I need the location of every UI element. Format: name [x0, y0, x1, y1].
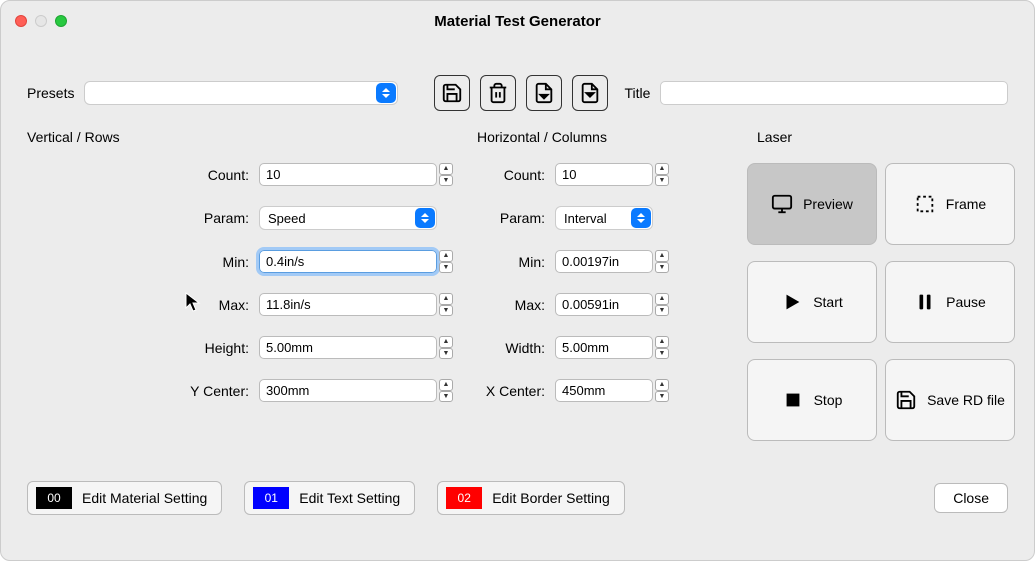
v-max-input[interactable] [259, 293, 437, 316]
h-xcenter-input[interactable] [555, 379, 653, 402]
vertical-section: Count: ▲▼ Param: Speed Min: ▲▼ Max: ▲▼ H… [27, 163, 477, 441]
edit-border-button[interactable]: 02 Edit Border Setting [437, 481, 625, 515]
stop-icon [782, 389, 804, 411]
play-icon [781, 291, 803, 313]
titlebar: Material Test Generator [1, 1, 1034, 41]
pause-button[interactable]: Pause [885, 261, 1015, 343]
h-count-label: Count: [477, 167, 555, 183]
swatch-00: 00 [36, 487, 72, 509]
frame-icon [914, 193, 936, 215]
stepper-icon[interactable]: ▲▼ [655, 250, 669, 273]
v-count-input[interactable] [259, 163, 437, 186]
trash-icon [487, 82, 509, 104]
start-button[interactable]: Start [747, 261, 877, 343]
h-width-input[interactable] [555, 336, 653, 359]
h-param-select[interactable]: Interval [555, 206, 653, 230]
v-count-label: Count: [167, 167, 259, 183]
h-min-label: Min: [477, 254, 555, 270]
h-param-label: Param: [477, 210, 555, 226]
h-max-label: Max: [477, 297, 555, 313]
chevron-updown-icon [415, 208, 435, 228]
v-ycenter-input[interactable] [259, 379, 437, 402]
import-preset-button[interactable] [526, 75, 562, 111]
file-export-icon [579, 82, 601, 104]
stepper-icon[interactable]: ▲▼ [439, 293, 453, 316]
pause-icon [914, 291, 936, 313]
edit-text-button[interactable]: 01 Edit Text Setting [244, 481, 415, 515]
laser-section-label: Laser [729, 129, 1008, 145]
presets-label: Presets [27, 85, 74, 101]
save-rd-button[interactable]: Save RD file [885, 359, 1015, 441]
v-height-input[interactable] [259, 336, 437, 359]
stop-button[interactable]: Stop [747, 359, 877, 441]
stepper-icon[interactable]: ▲▼ [655, 379, 669, 402]
frame-button[interactable]: Frame [885, 163, 1015, 245]
save-icon [441, 82, 463, 104]
stepper-icon[interactable]: ▲▼ [655, 163, 669, 186]
vertical-section-label: Vertical / Rows [27, 129, 477, 145]
h-xcenter-label: X Center: [477, 383, 555, 399]
horizontal-section: Count: ▲▼ Param: Interval Min: ▲▼ Max: ▲… [477, 163, 729, 441]
edit-material-button[interactable]: 00 Edit Material Setting [27, 481, 222, 515]
stepper-icon[interactable]: ▲▼ [439, 163, 453, 186]
title-input[interactable] [660, 81, 1008, 105]
save-preset-button[interactable] [434, 75, 470, 111]
swatch-01: 01 [253, 487, 289, 509]
window-title: Material Test Generator [1, 13, 1034, 30]
file-import-icon [533, 82, 555, 104]
v-min-label: Min: [167, 254, 259, 270]
chevron-updown-icon [376, 83, 396, 103]
stepper-icon[interactable]: ▲▼ [439, 336, 453, 359]
swatch-02: 02 [446, 487, 482, 509]
stepper-icon[interactable]: ▲▼ [439, 250, 453, 273]
delete-preset-button[interactable] [480, 75, 516, 111]
v-min-input[interactable] [259, 250, 437, 273]
v-param-select[interactable]: Speed [259, 206, 437, 230]
stepper-icon[interactable]: ▲▼ [439, 379, 453, 402]
stepper-icon[interactable]: ▲▼ [655, 293, 669, 316]
export-preset-button[interactable] [572, 75, 608, 111]
presets-select[interactable] [84, 81, 398, 105]
laser-section: Preview Frame Start Pause [729, 163, 1015, 441]
h-count-input[interactable] [555, 163, 653, 186]
window: Material Test Generator Presets Title [0, 0, 1035, 561]
h-max-input[interactable] [555, 293, 653, 316]
h-width-label: Width: [477, 340, 555, 356]
v-param-label: Param: [167, 210, 259, 226]
preview-button[interactable]: Preview [747, 163, 877, 245]
v-max-label: Max: [167, 297, 259, 313]
chevron-updown-icon [631, 208, 651, 228]
v-height-label: Height: [167, 340, 259, 356]
save-icon [895, 389, 917, 411]
h-min-input[interactable] [555, 250, 653, 273]
horizontal-section-label: Horizontal / Columns [477, 129, 729, 145]
close-button[interactable]: Close [934, 483, 1008, 513]
title-label: Title [624, 85, 650, 101]
stepper-icon[interactable]: ▲▼ [655, 336, 669, 359]
v-ycenter-label: Y Center: [167, 383, 259, 399]
monitor-icon [771, 193, 793, 215]
